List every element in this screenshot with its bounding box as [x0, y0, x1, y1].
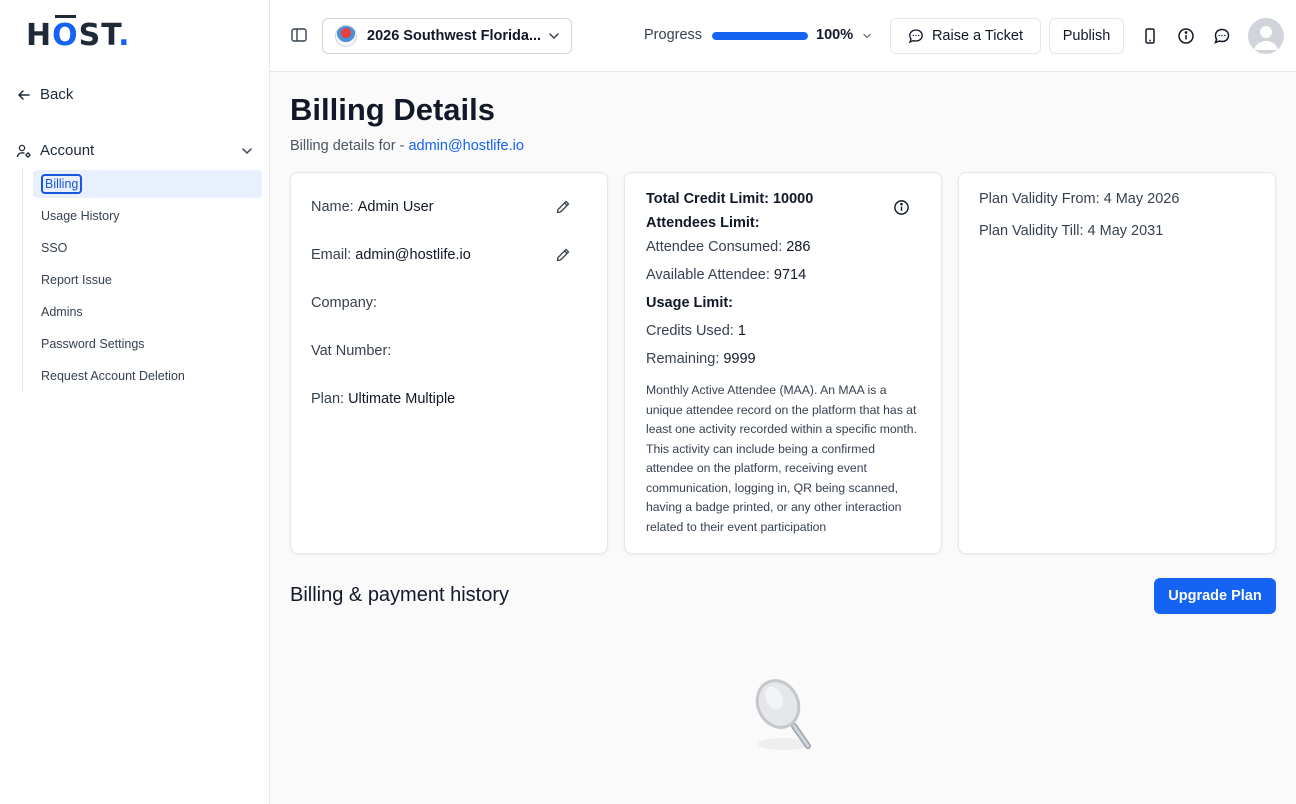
sidebar-item-admins[interactable]: Admins [23, 296, 262, 328]
page-title: Billing Details [290, 92, 495, 127]
email-value: admin@hostlife.io [355, 247, 471, 263]
plan-validity-card: Plan Validity From: 4 May 2026 Plan Vali… [958, 172, 1276, 554]
chat-icon[interactable] [1213, 27, 1231, 45]
host-logo[interactable]: H OST. [26, 15, 131, 53]
sidebar-item-usage-history[interactable]: Usage History [23, 200, 262, 232]
back-label: Back [40, 86, 74, 103]
topbar: 2026 Southwest Florida... Progress 100% … [270, 0, 1296, 72]
name-value: Admin User [357, 199, 434, 215]
user-avatar[interactable] [1248, 18, 1284, 54]
edit-name-pencil-icon[interactable] [555, 199, 571, 215]
sidebar-item-report-issue[interactable]: Report Issue [23, 264, 262, 296]
progress-chevron-down-icon[interactable] [861, 30, 873, 42]
event-logo-icon [335, 25, 357, 47]
raise-ticket-button[interactable]: Raise a Ticket [890, 18, 1041, 54]
usage-limit-heading: Usage Limit: [646, 295, 734, 311]
user-settings-icon [16, 144, 31, 158]
page-subtitle: Billing details for - admin@hostlife.io [290, 138, 524, 154]
sidebar-item-request-account-deletion[interactable]: Request Account Deletion [23, 360, 262, 392]
progress-percent: 100% [816, 27, 854, 43]
mobile-preview-icon[interactable] [1141, 27, 1159, 45]
publish-button[interactable]: Publish [1049, 18, 1124, 54]
event-name: 2026 Southwest Florida... [367, 28, 542, 44]
maa-description: Monthly Active Attendee (MAA). An MAA is… [646, 383, 917, 534]
name-field: Name: Admin User [311, 199, 434, 215]
attendees-limit-heading: Attendees Limit: [646, 215, 760, 231]
progress-bar [712, 32, 808, 40]
user-icon [1254, 26, 1278, 50]
attendee-consumed: Attendee Consumed: 286 [646, 239, 811, 255]
edit-email-pencil-icon[interactable] [555, 247, 571, 263]
info-icon[interactable] [1177, 27, 1195, 45]
account-email-link[interactable]: admin@hostlife.io [408, 138, 523, 154]
vat-number-field: Vat Number: [311, 343, 392, 359]
plan-field: Plan: Ultimate Multiple [311, 391, 456, 407]
account-section-toggle[interactable]: Account [16, 142, 254, 159]
chat-bubble-icon [908, 29, 923, 44]
credits-used: Credits Used: 1 [646, 323, 746, 339]
sidebar: H OST. Back Account Billing Usage History… [0, 0, 270, 804]
sidebar-toggle-icon[interactable] [290, 26, 308, 44]
available-attendee: Available Attendee: 9714 [646, 267, 807, 283]
back-link[interactable]: Back [16, 86, 73, 103]
raise-ticket-label: Raise a Ticket [931, 28, 1024, 44]
email-field: Email: admin@hostlife.io [311, 247, 471, 263]
credit-info-icon[interactable] [893, 199, 910, 216]
credits-remaining: Remaining: 9999 [646, 351, 756, 367]
empty-search-magnifier-icon [755, 679, 811, 750]
account-label: Account [40, 142, 95, 159]
sidebar-item-sso[interactable]: SSO [23, 232, 262, 264]
sidebar-item-password-settings[interactable]: Password Settings [23, 328, 262, 360]
limits-card: Total Credit Limit: 10000 Attendees Limit… [624, 172, 942, 554]
account-subnav: Billing Usage History SSO Report Issue A… [22, 168, 262, 392]
plan-validity-till: Plan Validity Till: 4 May 2031 [979, 223, 1164, 239]
plan-validity-from: Plan Validity From: 4 May 2026 [979, 191, 1180, 207]
progress-label: Progress [644, 27, 703, 43]
sidebar-item-billing[interactable]: Billing [33, 170, 262, 198]
chevron-down-icon [242, 147, 252, 154]
plan-value: Ultimate Multiple [348, 391, 456, 407]
event-selector[interactable]: 2026 Southwest Florida... [322, 18, 572, 54]
account-details-card: Name: Admin User Email: admin@hostlife.io … [290, 172, 608, 554]
arrow-left-icon [18, 89, 30, 100]
billing-history-title: Billing & payment history [290, 584, 509, 606]
chevron-down-icon [549, 33, 559, 40]
total-credit-limit: Total Credit Limit: 10000 [646, 191, 814, 207]
company-field: Company: [311, 295, 378, 311]
upgrade-plan-button[interactable]: Upgrade Plan [1154, 578, 1276, 614]
progress-fill [712, 32, 808, 40]
